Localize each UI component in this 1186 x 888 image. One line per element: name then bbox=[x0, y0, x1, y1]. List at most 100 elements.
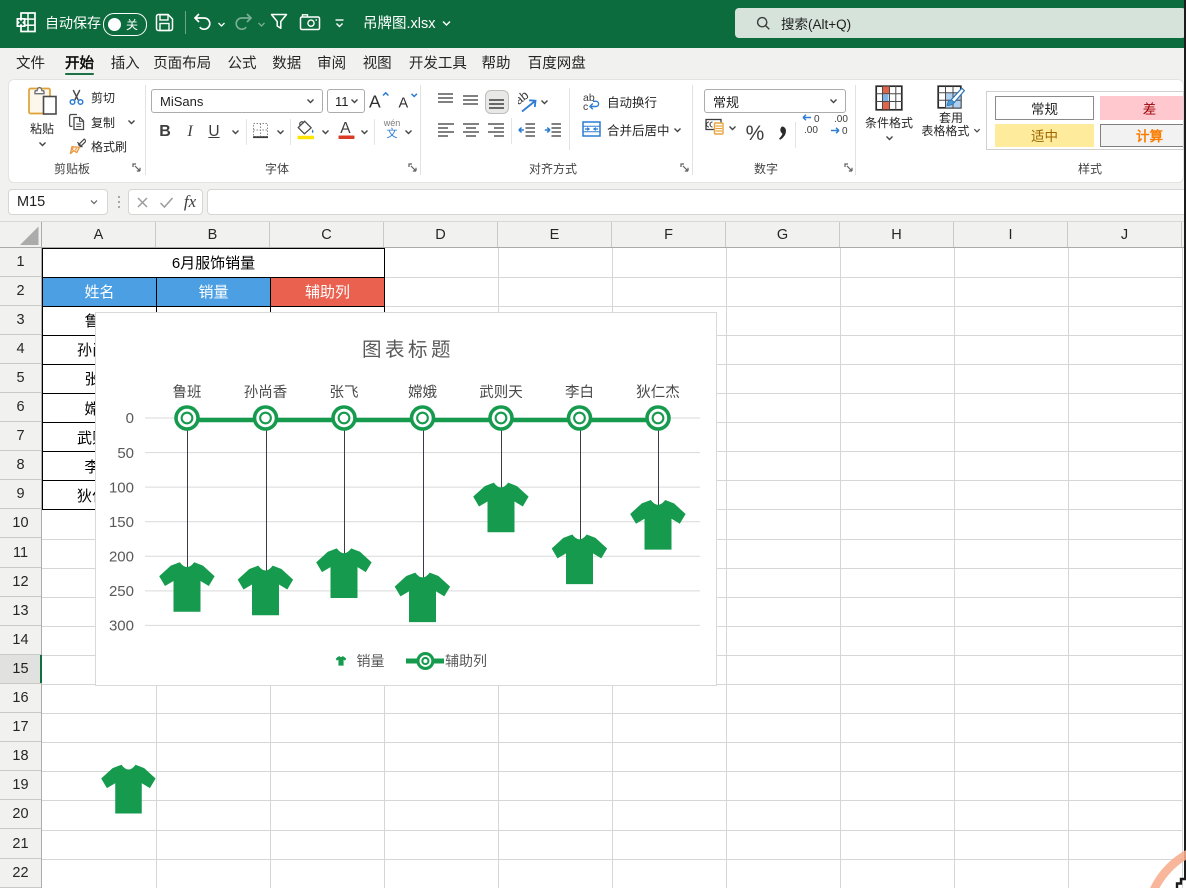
cancel-icon[interactable] bbox=[133, 189, 151, 215]
tab-百度网盘[interactable]: 百度网盘 bbox=[528, 48, 586, 77]
tab-插入[interactable]: 插入 bbox=[111, 48, 140, 77]
row-header-14[interactable]: 14 bbox=[0, 626, 41, 655]
clipboard-dialog-launcher[interactable] bbox=[131, 162, 142, 173]
row-header-22[interactable]: 22 bbox=[0, 859, 41, 888]
cell-style-差[interactable]: 差 bbox=[1100, 96, 1184, 120]
formula-input[interactable] bbox=[207, 189, 1186, 215]
row-header-5[interactable]: 5 bbox=[0, 364, 41, 393]
undo-dropdown-chevron[interactable] bbox=[216, 19, 226, 29]
tab-视图[interactable]: 视图 bbox=[363, 48, 392, 77]
camera-icon[interactable] bbox=[298, 11, 322, 33]
font-dialog-launcher[interactable] bbox=[407, 162, 418, 173]
decrease-decimal-icon[interactable]: .00 0 bbox=[830, 112, 852, 136]
number-format-combo[interactable]: 常规 bbox=[704, 89, 846, 113]
namebox-resize-dots[interactable] bbox=[114, 189, 124, 215]
cell-A1-merged-title[interactable]: 6月服饰销量 bbox=[42, 248, 385, 278]
tab-文件[interactable]: 文件 bbox=[16, 48, 45, 77]
row-header-4[interactable]: 4 bbox=[0, 335, 41, 364]
conditional-formatting-button[interactable]: 条件格式 bbox=[866, 85, 912, 143]
cell-style-适中[interactable]: 适中 bbox=[995, 124, 1094, 148]
align-right-icon[interactable] bbox=[488, 123, 504, 137]
copy-button[interactable]: 复制 bbox=[68, 112, 143, 132]
borders-dropdown-chevron[interactable] bbox=[276, 128, 285, 137]
underline-button[interactable]: U bbox=[206, 121, 222, 143]
row-header-1[interactable]: 1 bbox=[0, 248, 41, 277]
column-header-H[interactable]: H bbox=[840, 222, 954, 247]
italic-button[interactable]: I bbox=[183, 121, 197, 143]
row-header-10[interactable]: 10 bbox=[0, 509, 41, 538]
floating-tshirt-shape[interactable] bbox=[101, 763, 156, 816]
row-header-21[interactable]: 21 bbox=[0, 830, 41, 859]
percent-style-button[interactable]: % bbox=[745, 122, 765, 146]
row-header-2[interactable]: 2 bbox=[0, 277, 41, 306]
column-header-I[interactable]: I bbox=[954, 222, 1068, 247]
phonetic-dropdown-chevron[interactable] bbox=[404, 128, 413, 137]
column-header-D[interactable]: D bbox=[384, 222, 498, 247]
excel-app-icon[interactable] bbox=[14, 10, 38, 34]
row-header-13[interactable]: 13 bbox=[0, 597, 41, 626]
row-header-11[interactable]: 11 bbox=[0, 539, 41, 568]
align-left-icon[interactable] bbox=[438, 123, 454, 137]
format-as-table-button[interactable]: 套用表格格式 bbox=[920, 85, 982, 138]
column-header-A[interactable]: A bbox=[42, 222, 156, 247]
column-header-J[interactable]: J bbox=[1068, 222, 1182, 247]
row-header-15[interactable]: 15 bbox=[0, 655, 41, 684]
column-header-G[interactable]: G bbox=[726, 222, 840, 247]
row-header-17[interactable]: 17 bbox=[0, 713, 41, 742]
cell-style-常规[interactable]: 常规 bbox=[995, 96, 1094, 120]
save-icon[interactable] bbox=[153, 11, 175, 33]
row-header-18[interactable]: 18 bbox=[0, 742, 41, 771]
column-header-F[interactable]: F bbox=[612, 222, 726, 247]
quick-access-more-icon[interactable] bbox=[332, 16, 346, 30]
borders-icon[interactable] bbox=[252, 122, 269, 139]
accounting-dropdown-chevron[interactable] bbox=[728, 124, 737, 133]
select-all-corner[interactable] bbox=[0, 222, 42, 247]
insert-function-button[interactable]: fx bbox=[179, 189, 201, 215]
align-bottom-button-selected[interactable] bbox=[485, 90, 510, 114]
align-middle-icon[interactable] bbox=[463, 92, 478, 108]
row-header-9[interactable]: 9 bbox=[0, 480, 41, 509]
tab-帮助[interactable]: 帮助 bbox=[482, 48, 511, 77]
cell-header-姓名[interactable]: 姓名 bbox=[42, 277, 157, 307]
cell-header-销量[interactable]: 销量 bbox=[156, 277, 271, 307]
format-painter-button[interactable]: 格式刷 bbox=[68, 136, 153, 156]
increase-decimal-icon[interactable]: 0 .00 bbox=[802, 112, 824, 136]
align-center-icon[interactable] bbox=[463, 123, 479, 137]
column-header-C[interactable]: C bbox=[270, 222, 384, 247]
font-color-icon[interactable]: A bbox=[337, 119, 357, 141]
decrease-font-icon[interactable]: A bbox=[395, 90, 419, 114]
orientation-icon[interactable]: ab bbox=[518, 91, 540, 113]
enter-icon[interactable] bbox=[156, 189, 176, 215]
cell-header-辅助列[interactable]: 辅助列 bbox=[270, 277, 385, 307]
row-header-8[interactable]: 8 bbox=[0, 451, 41, 480]
chart[interactable]: 图表标题鲁班孙尚香张飞嫦娥武则天李白狄仁杰050100150200250300销… bbox=[95, 312, 717, 686]
column-header-B[interactable]: B bbox=[156, 222, 270, 247]
tab-页面布局[interactable]: 页面布局 bbox=[153, 48, 211, 77]
row-header-20[interactable]: 20 bbox=[0, 800, 41, 829]
row-header-19[interactable]: 19 bbox=[0, 771, 41, 800]
number-dialog-launcher[interactable] bbox=[843, 162, 854, 173]
phonetic-guide-icon[interactable]: wén 文 bbox=[381, 118, 403, 144]
tab-数据[interactable]: 数据 bbox=[272, 48, 301, 77]
bold-button[interactable]: B bbox=[156, 121, 174, 143]
accounting-format-icon[interactable] bbox=[705, 118, 725, 135]
increase-font-icon[interactable]: A bbox=[366, 89, 390, 113]
row-header-6[interactable]: 6 bbox=[0, 393, 41, 422]
autosave-toggle[interactable]: 关 bbox=[103, 13, 147, 36]
decrease-indent-icon[interactable] bbox=[518, 123, 535, 137]
comma-style-button[interactable]: 9 bbox=[775, 120, 789, 148]
wrap-text-button[interactable]: ab c 自动换行 bbox=[582, 90, 692, 112]
row-header-16[interactable]: 16 bbox=[0, 684, 41, 713]
cell-style-计算[interactable]: 计算 bbox=[1100, 124, 1184, 148]
alignment-dialog-launcher[interactable] bbox=[679, 162, 690, 173]
underline-dropdown-chevron[interactable] bbox=[231, 128, 240, 137]
paste-button[interactable]: 粘贴 bbox=[22, 84, 62, 149]
filter-icon[interactable] bbox=[268, 11, 290, 33]
tab-公式[interactable]: 公式 bbox=[228, 48, 257, 77]
fill-color-dropdown-chevron[interactable] bbox=[321, 128, 330, 137]
tab-审阅[interactable]: 审阅 bbox=[317, 48, 346, 77]
merge-dropdown-chevron[interactable] bbox=[673, 126, 682, 135]
font-color-dropdown-chevron[interactable] bbox=[360, 128, 369, 137]
increase-indent-icon[interactable] bbox=[544, 123, 561, 137]
fill-color-icon[interactable] bbox=[296, 120, 316, 140]
